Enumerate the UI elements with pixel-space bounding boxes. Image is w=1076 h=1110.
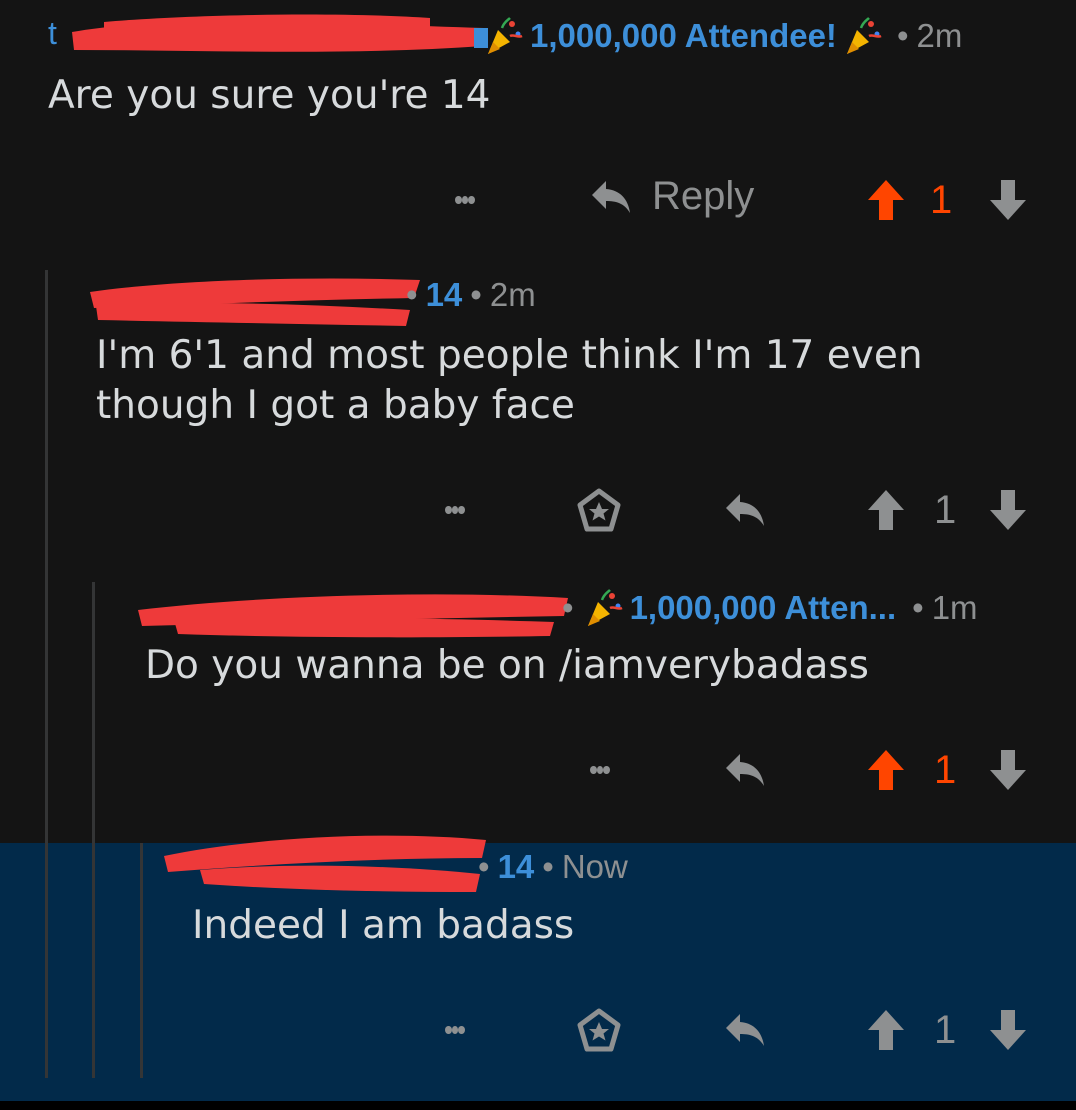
timestamp: Now bbox=[561, 848, 628, 885]
award-button[interactable] bbox=[576, 488, 622, 534]
timestamp: 2m bbox=[489, 276, 536, 313]
upvote-button[interactable] bbox=[866, 178, 906, 222]
redacted-username: t bbox=[48, 14, 488, 52]
party-popper-icon bbox=[587, 589, 623, 626]
award-icon bbox=[577, 488, 621, 532]
upvote-arrow-icon bbox=[868, 180, 904, 220]
separator-dot: • bbox=[896, 17, 909, 54]
redacted-username bbox=[164, 835, 486, 892]
separator-dot: • bbox=[542, 848, 554, 885]
comment-actions: Reply 1 bbox=[0, 170, 1076, 230]
downvote-button[interactable] bbox=[988, 1008, 1028, 1052]
separator-dot: • bbox=[562, 589, 574, 626]
reply-arrow-icon bbox=[726, 754, 764, 786]
more-options-icon[interactable] bbox=[445, 486, 466, 534]
upvote-arrow-icon bbox=[868, 490, 904, 530]
upvote-button[interactable] bbox=[866, 488, 906, 532]
comment-body-line: though I got a baby face bbox=[96, 383, 575, 428]
downvote-arrow-icon bbox=[990, 490, 1026, 530]
comment-body: Do you wanna be on /iamverybadass bbox=[145, 643, 869, 688]
separator-dot: • bbox=[912, 589, 924, 626]
comment-actions: 1 bbox=[0, 740, 1076, 800]
comment-body: Are you sure you're 14 bbox=[48, 73, 491, 118]
downvote-arrow-icon bbox=[990, 750, 1026, 790]
reply-button[interactable] bbox=[722, 748, 768, 792]
user-flair[interactable]: 1,000,000 Atten... bbox=[630, 589, 897, 627]
upvote-button[interactable] bbox=[866, 748, 906, 792]
vote-score: 1 bbox=[934, 488, 957, 532]
thread-line-level-1[interactable] bbox=[45, 270, 48, 1078]
redacted-username bbox=[90, 278, 420, 326]
reply-label: Reply bbox=[652, 174, 755, 218]
timestamp: 1m bbox=[931, 589, 978, 626]
party-popper-icon bbox=[488, 17, 523, 54]
user-flair[interactable]: 14 bbox=[426, 276, 463, 314]
comment-actions: 1 bbox=[0, 1000, 1076, 1060]
reply-arrow-icon bbox=[726, 494, 764, 526]
upvote-button[interactable] bbox=[866, 1008, 906, 1052]
comment-meta: • 14 • 2m bbox=[398, 276, 536, 314]
reply-arrow-icon bbox=[592, 180, 630, 213]
reply-button[interactable]: Reply bbox=[588, 174, 754, 219]
timestamp: 2m bbox=[916, 17, 963, 54]
party-popper-icon bbox=[846, 17, 882, 54]
upvote-arrow-icon bbox=[868, 1010, 904, 1050]
vote-score: 1 bbox=[930, 178, 953, 222]
separator-dot: • bbox=[478, 848, 490, 885]
downvote-arrow-icon bbox=[990, 180, 1026, 220]
separator-dot: • bbox=[406, 276, 418, 313]
user-flair[interactable]: 14 bbox=[498, 848, 535, 886]
downvote-button[interactable] bbox=[988, 748, 1028, 792]
award-icon bbox=[577, 1008, 621, 1052]
bottom-bar bbox=[0, 1101, 1076, 1110]
downvote-button[interactable] bbox=[988, 178, 1028, 222]
vote-score: 1 bbox=[934, 1008, 957, 1052]
more-options-icon[interactable] bbox=[590, 746, 611, 794]
redacted-username bbox=[138, 594, 568, 638]
user-flair[interactable]: 1,000,000 Attendee! bbox=[530, 17, 837, 55]
more-options-icon[interactable] bbox=[445, 1006, 466, 1054]
upvote-arrow-icon bbox=[868, 750, 904, 790]
comment-body-line: I'm 6'1 and most people think I'm 17 eve… bbox=[96, 333, 923, 378]
downvote-button[interactable] bbox=[988, 488, 1028, 532]
comment-actions: 1 bbox=[0, 480, 1076, 540]
downvote-arrow-icon bbox=[990, 1010, 1026, 1050]
more-options-icon[interactable] bbox=[455, 176, 476, 224]
comment-meta: • 1,000,000 Atten... • 1m bbox=[558, 588, 978, 628]
comment-body: Indeed I am badass bbox=[192, 903, 575, 948]
comment-meta: • 14 • Now bbox=[470, 848, 628, 886]
vote-score: 1 bbox=[934, 748, 957, 792]
award-button[interactable] bbox=[576, 1008, 622, 1054]
reply-arrow-icon bbox=[726, 1014, 764, 1046]
reply-button[interactable] bbox=[722, 488, 768, 532]
reply-button[interactable] bbox=[722, 1008, 768, 1052]
svg-text:t: t bbox=[48, 15, 57, 51]
comment-meta: 1,000,000 Attendee! • 2m bbox=[478, 16, 962, 56]
separator-dot: • bbox=[470, 276, 482, 313]
